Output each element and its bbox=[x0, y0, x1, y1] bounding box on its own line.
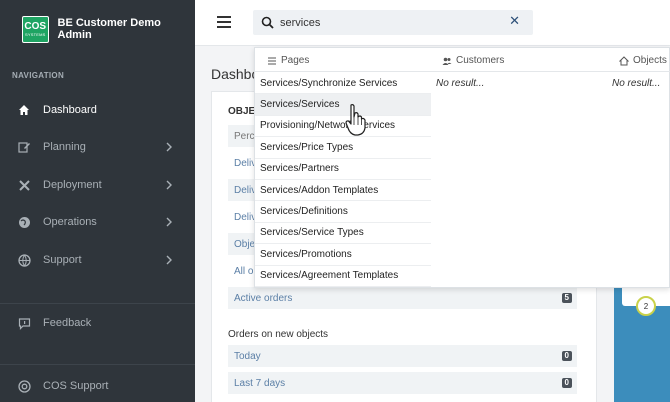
comment-icon bbox=[17, 316, 31, 330]
search-results-dropdown: Pages Customers Objects Services/Synchro… bbox=[254, 47, 670, 288]
column-label: Customers bbox=[456, 55, 505, 66]
clear-search-icon[interactable]: ✕ bbox=[509, 13, 520, 29]
result-item[interactable]: Services/Definitions bbox=[255, 201, 431, 223]
sidebar-item-cos-support[interactable]: COS Support bbox=[0, 368, 195, 402]
sidebar-divider bbox=[0, 364, 195, 365]
sidebar-divider bbox=[0, 303, 195, 304]
sidebar-item-dashboard[interactable]: Dashboard bbox=[0, 92, 195, 128]
chevron-right-icon bbox=[166, 142, 172, 152]
menu-toggle-icon[interactable] bbox=[217, 16, 231, 28]
logo-text-bottom: SYSTEMS bbox=[25, 31, 46, 37]
list-item-label: Obje bbox=[234, 238, 256, 250]
sidebar-item-label: Feedback bbox=[43, 317, 92, 329]
result-item[interactable]: Provisioning/Network Services bbox=[255, 116, 431, 138]
list-item-last-7-days[interactable]: Last 7 days 0 bbox=[228, 371, 577, 394]
sidebar-item-label: COS Support bbox=[43, 380, 109, 392]
brand[interactable]: COS SYSTEMS BE Customer Demo Admin bbox=[0, 0, 195, 58]
sidebar-item-feedback[interactable]: Feedback bbox=[0, 305, 195, 341]
sidebar-item-label: Dashboard bbox=[43, 104, 97, 116]
list-item-label: Today bbox=[234, 350, 261, 362]
search-input[interactable] bbox=[280, 14, 500, 31]
sidebar-item-label: Operations bbox=[43, 216, 97, 228]
list-item-label: Last 7 days bbox=[234, 377, 286, 389]
sidebar-item-label: Planning bbox=[43, 141, 86, 153]
map-cluster-marker[interactable]: 2 bbox=[636, 296, 656, 316]
page-title: Dashbo bbox=[211, 66, 260, 82]
sidebar-item-operations[interactable]: Operations bbox=[0, 204, 195, 240]
list-item-label: Deliv bbox=[234, 211, 257, 223]
result-item[interactable]: Services/Promotions bbox=[255, 244, 431, 266]
chevron-right-icon bbox=[166, 255, 172, 265]
sidebar-item-label: Support bbox=[43, 254, 82, 266]
objects-no-result: No result... bbox=[612, 78, 661, 89]
globe-icon bbox=[17, 253, 31, 267]
count-badge: 0 bbox=[561, 351, 572, 361]
sidebar-item-support[interactable]: Support bbox=[0, 242, 195, 278]
sidebar: COS SYSTEMS BE Customer Demo Admin NAVIG… bbox=[0, 0, 195, 402]
hand-cursor-icon bbox=[345, 104, 366, 136]
home-icon bbox=[619, 55, 629, 65]
column-label: Objects bbox=[633, 55, 667, 66]
pages-column-header: Pages bbox=[267, 55, 309, 66]
result-item[interactable]: Services/Services bbox=[255, 94, 431, 116]
logo-text-top: COS bbox=[24, 20, 47, 32]
results-header: Pages Customers Objects bbox=[255, 48, 670, 72]
list-item-label: Deliv bbox=[234, 184, 257, 196]
customers-column-header: Customers bbox=[442, 55, 504, 66]
sidebar-item-planning[interactable]: Planning bbox=[0, 129, 195, 165]
sidebar-item-label: Deployment bbox=[43, 179, 102, 191]
objects-column-header: Objects bbox=[619, 55, 667, 66]
list-item-label: Active orders bbox=[234, 292, 293, 304]
result-item[interactable]: Services/Synchronize Services bbox=[255, 73, 431, 95]
chevron-right-icon bbox=[166, 180, 172, 190]
users-icon bbox=[442, 57, 452, 65]
globe-icon bbox=[17, 215, 31, 229]
list-item-active-orders[interactable]: Active orders 5 bbox=[228, 286, 577, 309]
home-icon bbox=[17, 103, 31, 117]
pages-results-list: Services/Synchronize Services Services/S… bbox=[255, 73, 431, 287]
result-item[interactable]: Services/Price Types bbox=[255, 137, 431, 159]
support-icon bbox=[17, 379, 31, 393]
customers-no-result: No result... bbox=[436, 78, 485, 89]
count-badge: 5 bbox=[561, 293, 572, 303]
sidebar-item-deployment[interactable]: Deployment bbox=[0, 167, 195, 203]
result-item[interactable]: Services/Service Types bbox=[255, 223, 431, 245]
app-title: BE Customer Demo Admin bbox=[57, 17, 161, 41]
list-item-label: All o bbox=[234, 265, 254, 277]
chevron-right-icon bbox=[166, 217, 172, 227]
count-badge: 0 bbox=[561, 378, 572, 388]
search-icon bbox=[261, 16, 274, 29]
list-icon bbox=[268, 57, 276, 64]
cos-logo: COS SYSTEMS bbox=[22, 15, 49, 43]
top-bar: ✕ bbox=[195, 0, 670, 46]
edit-icon bbox=[17, 140, 31, 154]
list-item-label: Deliv bbox=[234, 157, 257, 169]
list-item-today[interactable]: Today 0 bbox=[228, 344, 577, 367]
global-search: ✕ bbox=[253, 10, 533, 35]
column-label: Pages bbox=[281, 55, 310, 66]
nav-section-title: NAVIGATION bbox=[12, 71, 65, 80]
result-item[interactable]: Services/Partners bbox=[255, 159, 431, 180]
result-item[interactable]: Services/Agreement Templates bbox=[255, 266, 431, 287]
section-title: Orders on new objects bbox=[228, 329, 329, 340]
result-item[interactable]: Services/Addon Templates bbox=[255, 180, 431, 202]
tools-icon bbox=[17, 178, 31, 192]
